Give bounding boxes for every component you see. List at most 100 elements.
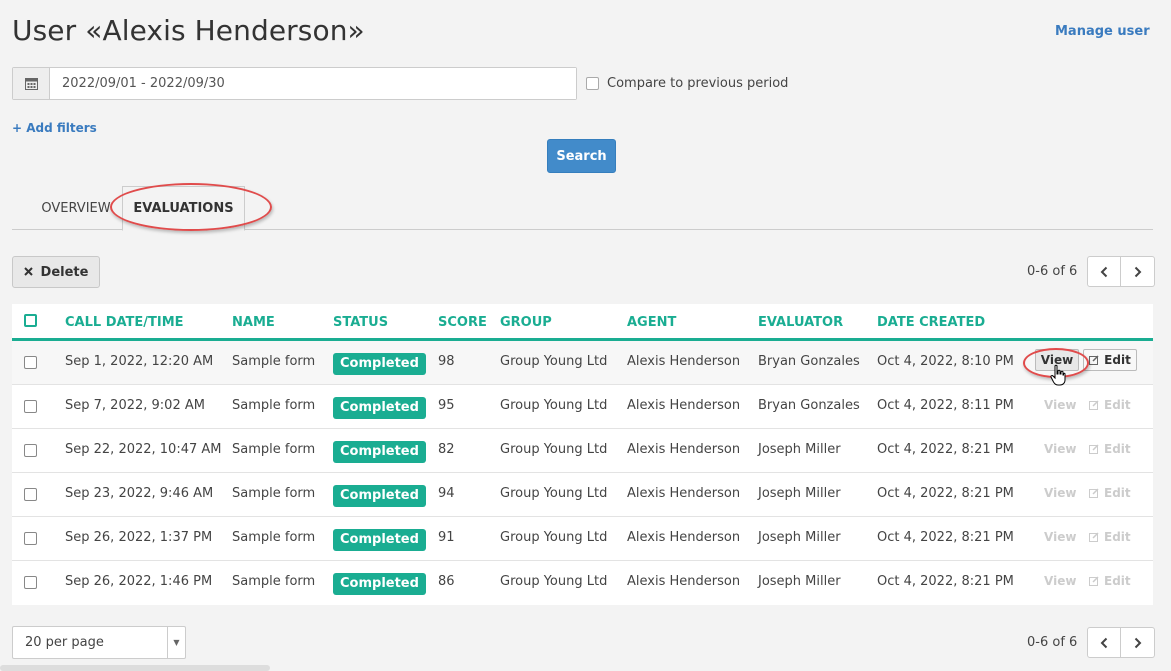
- pager-range-text: 0-6 of 6: [1027, 635, 1078, 650]
- per-page-select[interactable]: 20 per page ▼: [12, 626, 186, 659]
- date-range-input[interactable]: [50, 68, 576, 99]
- edit-button[interactable]: Edit: [1083, 349, 1137, 371]
- table-row[interactable]: Sep 1, 2022, 12:20 AM Sample form Comple…: [12, 341, 1153, 385]
- column-header[interactable]: GROUP: [500, 315, 552, 330]
- compare-previous-period[interactable]: Compare to previous period: [586, 76, 788, 91]
- horizontal-scrollbar[interactable]: [0, 665, 270, 671]
- prev-page-button[interactable]: [1087, 256, 1122, 287]
- table-row[interactable]: Sep 7, 2022, 9:02 AM Sample form Complet…: [12, 385, 1153, 429]
- edit-label: Edit: [1104, 486, 1131, 500]
- edit-icon: [1089, 444, 1099, 454]
- compare-label: Compare to previous period: [607, 76, 789, 91]
- date-created: Oct 4, 2022, 8:10 PM: [877, 354, 1014, 369]
- column-header[interactable]: STATUS: [333, 315, 388, 330]
- column-header[interactable]: EVALUATOR: [758, 315, 843, 330]
- view-link[interactable]: View: [1044, 574, 1076, 588]
- call-datetime: Sep 7, 2022, 9:02 AM: [65, 398, 205, 413]
- score: 86: [438, 574, 455, 589]
- edit-link[interactable]: Edit: [1089, 530, 1131, 544]
- chevron-right-icon: [1134, 637, 1142, 648]
- score: 91: [438, 530, 455, 545]
- view-link[interactable]: View: [1044, 486, 1076, 500]
- next-page-button[interactable]: [1121, 256, 1156, 287]
- table-row[interactable]: Sep 26, 2022, 1:46 PM Sample form Comple…: [12, 561, 1153, 605]
- evaluator: Bryan Gonzales: [758, 398, 860, 413]
- row-checkbox[interactable]: [24, 356, 37, 369]
- edit-label: Edit: [1104, 574, 1131, 588]
- score: 94: [438, 486, 455, 501]
- call-datetime: Sep 26, 2022, 1:46 PM: [65, 574, 213, 589]
- date-created: Oct 4, 2022, 8:11 PM: [877, 398, 1014, 413]
- status-badge: Completed: [333, 485, 426, 507]
- table-row[interactable]: Sep 26, 2022, 1:37 PM Sample form Comple…: [12, 517, 1153, 561]
- column-header[interactable]: NAME: [232, 315, 275, 330]
- edit-label: Edit: [1104, 398, 1131, 412]
- form-name: Sample form: [232, 574, 316, 589]
- score: 95: [438, 398, 455, 413]
- view-link[interactable]: View: [1044, 442, 1076, 456]
- agent: Alexis Henderson: [627, 486, 741, 501]
- manage-user-link[interactable]: Manage user: [1055, 24, 1150, 39]
- delete-button[interactable]: Delete: [12, 256, 100, 288]
- close-icon: [23, 265, 33, 280]
- row-checkbox[interactable]: [24, 576, 37, 589]
- row-checkbox[interactable]: [24, 532, 37, 545]
- edit-link[interactable]: Edit: [1089, 574, 1131, 588]
- edit-link[interactable]: Edit: [1089, 486, 1131, 500]
- form-name: Sample form: [232, 442, 316, 457]
- add-filters-link[interactable]: + Add filters: [12, 121, 97, 135]
- call-datetime: Sep 26, 2022, 1:37 PM: [65, 530, 213, 545]
- form-name: Sample form: [232, 354, 316, 369]
- calendar-icon[interactable]: [13, 68, 50, 99]
- score: 98: [438, 354, 455, 369]
- per-page-value: 20 per page: [25, 635, 104, 650]
- form-name: Sample form: [232, 398, 316, 413]
- chevron-left-icon: [1100, 637, 1108, 648]
- view-link[interactable]: View: [1044, 530, 1076, 544]
- group: Group Young Ltd: [500, 354, 608, 369]
- agent: Alexis Henderson: [627, 574, 741, 589]
- row-checkbox[interactable]: [24, 488, 37, 501]
- evaluator: Joseph Miller: [758, 574, 841, 589]
- prev-page-button[interactable]: [1087, 627, 1122, 658]
- edit-icon: [1089, 355, 1099, 365]
- status-badge: Completed: [333, 529, 426, 551]
- agent: Alexis Henderson: [627, 398, 741, 413]
- evaluator: Joseph Miller: [758, 486, 841, 501]
- tab-evaluations[interactable]: EVALUATIONS: [122, 186, 245, 231]
- column-header[interactable]: SCORE: [438, 315, 487, 330]
- form-name: Sample form: [232, 486, 316, 501]
- agent: Alexis Henderson: [627, 354, 741, 369]
- edit-label: Edit: [1104, 530, 1131, 544]
- status-badge: Completed: [333, 573, 426, 595]
- edit-label: Edit: [1104, 442, 1131, 456]
- group: Group Young Ltd: [500, 486, 608, 501]
- evaluator: Joseph Miller: [758, 530, 841, 545]
- pager-bottom: 0-6 of 6: [1027, 627, 1156, 658]
- status-badge: Completed: [333, 441, 426, 463]
- column-header[interactable]: AGENT: [627, 315, 676, 330]
- edit-link[interactable]: Edit: [1089, 442, 1131, 456]
- tab-bar: OVERVIEW EVALUATIONS: [12, 186, 1153, 231]
- table-row[interactable]: Sep 23, 2022, 9:46 AM Sample form Comple…: [12, 473, 1153, 517]
- tab-overview[interactable]: OVERVIEW: [30, 186, 122, 230]
- call-datetime: Sep 1, 2022, 12:20 AM: [65, 354, 214, 369]
- select-all-checkbox[interactable]: [24, 314, 37, 327]
- row-checkbox[interactable]: [24, 400, 37, 413]
- compare-checkbox[interactable]: [586, 77, 599, 90]
- date-range-picker[interactable]: [12, 67, 577, 100]
- table-header: CALL DATE/TIME NAME STATUS SCORE GROUP A…: [12, 304, 1153, 341]
- chevron-right-icon: [1134, 266, 1142, 277]
- caret-down-icon[interactable]: ▼: [167, 627, 185, 658]
- call-datetime: Sep 22, 2022, 10:47 AM: [65, 442, 222, 457]
- page-title: User «Alexis Henderson»: [12, 14, 365, 47]
- search-button[interactable]: Search: [547, 139, 616, 173]
- column-header[interactable]: DATE CREATED: [877, 315, 985, 330]
- column-header[interactable]: CALL DATE/TIME: [65, 315, 184, 330]
- agent: Alexis Henderson: [627, 442, 741, 457]
- edit-link[interactable]: Edit: [1089, 398, 1131, 412]
- view-link[interactable]: View: [1044, 398, 1076, 412]
- row-checkbox[interactable]: [24, 444, 37, 457]
- next-page-button[interactable]: [1121, 627, 1156, 658]
- table-row[interactable]: Sep 22, 2022, 10:47 AM Sample form Compl…: [12, 429, 1153, 473]
